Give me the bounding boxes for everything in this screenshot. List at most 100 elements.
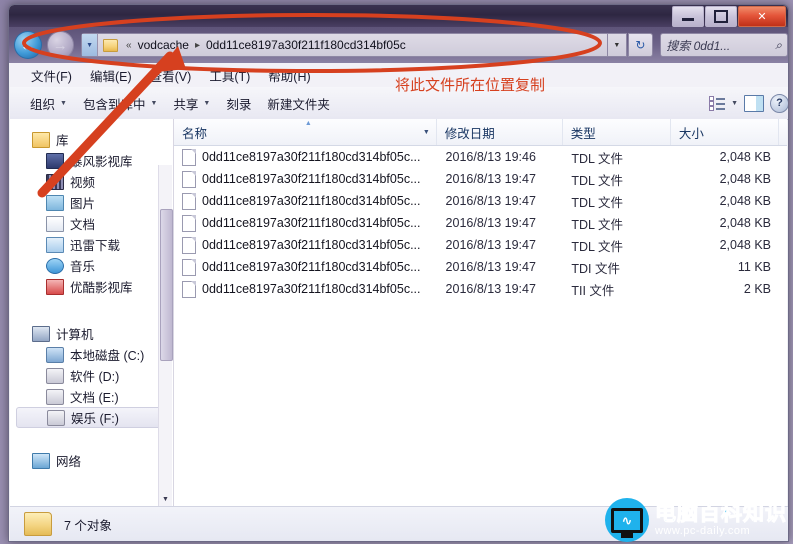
sidebar-item-label: 库 (56, 134, 69, 148)
toolbar-include-in-library[interactable]: 包含到库中 ▼ (75, 90, 165, 117)
file-size-cell: 2,048 KB (719, 216, 771, 230)
scroll-down-icon[interactable]: ▼ (160, 493, 171, 505)
file-name-label: 0dd11ce8197a30f211f180cd314bf05c... (202, 194, 421, 208)
file-name-cell[interactable]: 0dd11ce8197a30f211f180cd314bf05c... (174, 280, 438, 298)
sidebar-item-label: 暴风影视库 (70, 155, 133, 169)
menu-item-view[interactable]: 查看(V) (141, 63, 201, 88)
file-name-cell[interactable]: 0dd11ce8197a30f211f180cd314bf05c... (174, 192, 438, 210)
sidebar-item-documents[interactable]: 文档 (10, 213, 173, 234)
chevron-down-icon: ▼ (203, 99, 211, 107)
watermark-text: 电脑百科知识 www.pc-daily.com (655, 501, 787, 537)
change-view-icon[interactable] (709, 96, 726, 111)
sidebar-item-label: 优酷影视库 (70, 281, 133, 295)
file-icon (182, 280, 196, 298)
refresh-button[interactable]: ↻ (627, 33, 654, 57)
maximize-button[interactable] (705, 6, 737, 27)
item-count-label: 7 个对象 (64, 518, 112, 533)
column-header-date[interactable]: 修改日期 (437, 119, 563, 145)
chevron-down-icon: ▼ (60, 99, 67, 107)
sidebar-item-music[interactable]: 音乐 (10, 255, 173, 276)
file-name-cell[interactable]: 0dd11ce8197a30f211f180cd314bf05c... (174, 170, 438, 188)
sidebar-item-youku-library[interactable]: 优酷影视库 (10, 276, 173, 297)
file-name-cell[interactable]: 0dd11ce8197a30f211f180cd314bf05c... (174, 148, 438, 166)
menu-item-file[interactable]: 文件(F) (22, 63, 81, 88)
chevron-down-icon[interactable]: ▼ (423, 129, 430, 136)
preview-pane-icon[interactable] (744, 94, 764, 112)
toolbar-burn[interactable]: 刻录 (218, 90, 259, 117)
file-rows: 0dd11ce8197a30f211f180cd314bf05c... 2016/… (174, 146, 787, 300)
column-header-size[interactable]: 大小 (671, 119, 779, 145)
file-icon (182, 214, 196, 232)
address-dropdown-button[interactable]: ▼ (608, 33, 627, 57)
sidebar-item-label: 网络 (56, 455, 82, 469)
toolbar-organize-label: 组织 (30, 97, 56, 112)
toolbar-share[interactable]: 共享 ▼ (165, 90, 218, 117)
navigation-pane-scrollbar[interactable]: ▼ (158, 165, 173, 507)
sidebar-item-pictures[interactable]: 图片 (10, 192, 173, 213)
sidebar-item-drive-d[interactable]: 软件 (D:) (10, 365, 173, 386)
file-list-view[interactable]: ▲ 名称 ▼ 修改日期 类型 大小 0dd11ce8197a30f211f180… (174, 119, 787, 507)
chevron-down-icon: ▼ (150, 99, 158, 107)
table-row[interactable]: 0dd11ce8197a30f211f180cd314bf05c... 2016/… (174, 278, 787, 300)
sidebar-item-drive-f[interactable]: 娱乐 (F:) (16, 407, 167, 428)
file-size-cell: 2,048 KB (719, 238, 771, 252)
folder-icon (103, 38, 119, 52)
search-icon[interactable]: ⌕ (775, 38, 782, 53)
file-type-cell: TDL 文件 (571, 239, 623, 254)
minimize-button[interactable] (672, 6, 704, 27)
column-header-name[interactable]: ▲ 名称 ▼ (174, 119, 437, 145)
forward-button[interactable]: → (46, 31, 75, 59)
navigation-pane[interactable]: 库 暴风影视库 视频 图片 文档 迅雷下载 音乐 优酷影视库 计算机 本地磁盘 … (10, 119, 174, 507)
command-toolbar: 组织 ▼ 包含到库中 ▼ 共享 ▼ 刻录 新建文件夹 ▼ ? (10, 87, 788, 120)
sidebar-item-thunder-download[interactable]: 迅雷下载 (10, 234, 173, 255)
table-row[interactable]: 0dd11ce8197a30f211f180cd314bf05c... 2016/… (174, 212, 787, 234)
sidebar-item-label: 音乐 (70, 260, 96, 274)
table-row[interactable]: 0dd11ce8197a30f211f180cd314bf05c... 2016/… (174, 190, 787, 212)
file-name-cell[interactable]: 0dd11ce8197a30f211f180cd314bf05c... (174, 236, 438, 254)
sidebar-item-baofeng-library[interactable]: 暴风影视库 (10, 150, 173, 171)
sidebar-item-videos[interactable]: 视频 (10, 171, 173, 192)
table-row[interactable]: 0dd11ce8197a30f211f180cd314bf05c... 2016/… (174, 256, 787, 278)
column-header-type[interactable]: 类型 (563, 119, 671, 145)
menu-item-tools[interactable]: 工具(T) (200, 63, 259, 88)
window-controls: ✕ (672, 6, 786, 27)
monitor-icon: ∿ (611, 507, 643, 533)
file-name-label: 0dd11ce8197a30f211f180cd314bf05c... (202, 216, 421, 230)
menu-item-help[interactable]: 帮助(H) (259, 63, 319, 88)
toolbar-new-folder[interactable]: 新建文件夹 (259, 90, 338, 117)
help-icon[interactable]: ? (770, 93, 788, 113)
table-row[interactable]: 0dd11ce8197a30f211f180cd314bf05c... 2016/… (174, 168, 787, 190)
menu-item-edit[interactable]: 编辑(E) (81, 63, 141, 88)
file-size-cell: 2,048 KB (719, 150, 771, 164)
watermark-brand: 电脑百科知识 (655, 501, 787, 525)
toolbar-organize[interactable]: 组织 ▼ (22, 90, 75, 117)
scrollbar-thumb[interactable] (160, 209, 173, 361)
sidebar-item-network[interactable]: 网络 (10, 450, 173, 471)
file-icon (182, 258, 196, 276)
sidebar-item-drive-c[interactable]: 本地磁盘 (C:) (10, 344, 173, 365)
table-row[interactable]: 0dd11ce8197a30f211f180cd314bf05c... 2016/… (174, 146, 787, 168)
search-input[interactable]: 搜索 0dd1... ⌕ (660, 33, 788, 57)
file-date-cell: 2016/8/13 19:47 (445, 216, 536, 230)
address-bar[interactable]: ▼ « vodcache ▸ 0dd11ce8197a30f211f180cd3… (81, 33, 609, 57)
breadcrumb-vodcache[interactable]: vodcache (136, 38, 191, 52)
sidebar-item-computer[interactable]: 计算机 (10, 323, 173, 344)
table-row[interactable]: 0dd11ce8197a30f211f180cd314bf05c... 2016/… (174, 234, 787, 256)
file-size-cell: 11 KB (737, 260, 771, 274)
sidebar-item-label: 文档 (E:) (70, 391, 119, 405)
sidebar-item-label: 本地磁盘 (C:) (70, 349, 145, 363)
file-date-cell: 2016/8/13 19:46 (445, 150, 536, 164)
back-button[interactable]: ← (14, 31, 42, 59)
view-chevron-down-icon[interactable]: ▼ (731, 100, 738, 107)
sidebar-item-drive-e[interactable]: 文档 (E:) (10, 386, 173, 407)
breadcrumb-current-folder[interactable]: 0dd11ce8197a30f211f180cd314bf05c (204, 38, 408, 52)
file-name-cell[interactable]: 0dd11ce8197a30f211f180cd314bf05c... (174, 258, 438, 276)
file-name-label: 0dd11ce8197a30f211f180cd314bf05c... (202, 172, 421, 186)
close-button[interactable]: ✕ (738, 6, 786, 27)
breadcrumb-overflow-icon[interactable]: « (122, 40, 136, 51)
address-history-dropdown-icon[interactable]: ▼ (82, 34, 99, 56)
file-date-cell: 2016/8/13 19:47 (445, 172, 536, 186)
file-date-cell: 2016/8/13 19:47 (445, 282, 536, 296)
sidebar-item-libraries[interactable]: 库 (10, 129, 173, 150)
file-name-cell[interactable]: 0dd11ce8197a30f211f180cd314bf05c... (174, 214, 438, 232)
